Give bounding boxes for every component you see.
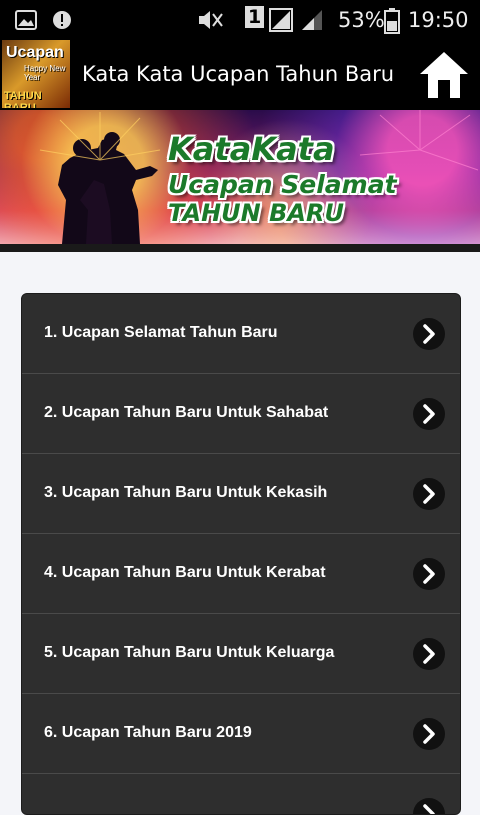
mute-icon [199,11,223,29]
signal-icon [302,10,322,30]
battery-icon [384,8,400,34]
alert-icon [53,11,71,29]
chevron-right-icon [413,638,445,670]
chevron-right-icon [413,318,445,350]
logo-text-top: Ucapan [6,44,64,61]
menu-item-label: 1. Ucapan Selamat Tahun Baru [44,324,278,341]
menu-item-label: 3. Ucapan Tahun Baru Untuk Kekasih [44,484,328,501]
chevron-right-icon [413,558,445,590]
chevron-right-icon [413,478,445,510]
menu-item-label: 6. Ucapan Tahun Baru 2019 [44,724,252,741]
image-icon [15,10,37,30]
menu-item-4[interactable]: 4. Ucapan Tahun Baru Untuk Kerabat [22,534,460,614]
app-logo: Ucapan Happy New Year TAHUN BARU [2,40,70,108]
battery-percent: 53% [338,8,385,32]
menu-item-7[interactable] [22,774,460,814]
clock: 19:50 [408,8,469,32]
home-icon [420,52,468,98]
app-title: Kata Kata Ucapan Tahun Baru [82,62,395,86]
menu-item-3[interactable]: 3. Ucapan Tahun Baru Untuk Kekasih [22,454,460,534]
menu-list: 1. Ucapan Selamat Tahun Baru 2. Ucapan T… [21,293,461,815]
banner-divider [0,244,480,252]
logo-text-bottom: TAHUN BARU [4,90,42,108]
banner-title-line1: KataKata [168,130,335,168]
menu-item-label: 5. Ucapan Tahun Baru Untuk Keluarga [44,644,335,661]
banner-title-line2: Ucapan Selamat [168,170,397,199]
menu-item-1[interactable]: 1. Ucapan Selamat Tahun Baru [22,294,460,374]
logo-text-middle: Happy New Year [24,64,66,82]
sim-slot-label: 1 [245,6,265,28]
chevron-right-icon [413,798,445,814]
menu-item-label: 4. Ucapan Tahun Baru Untuk Kerabat [44,564,326,581]
chevron-right-icon [413,398,445,430]
chevron-right-icon [413,718,445,750]
menu-item-2[interactable]: 2. Ucapan Tahun Baru Untuk Sahabat [22,374,460,454]
menu-item-label: 2. Ucapan Tahun Baru Untuk Sahabat [44,404,329,421]
banner-title-line3: TAHUN BARU [168,199,344,227]
status-bar: 1 53% 19:50 [0,0,480,40]
menu-item-5[interactable]: 5. Ucapan Tahun Baru Untuk Keluarga [22,614,460,694]
menu-item-6[interactable]: 6. Ucapan Tahun Baru 2019 [22,694,460,774]
sim-icon [269,8,293,32]
home-button[interactable] [416,48,472,102]
